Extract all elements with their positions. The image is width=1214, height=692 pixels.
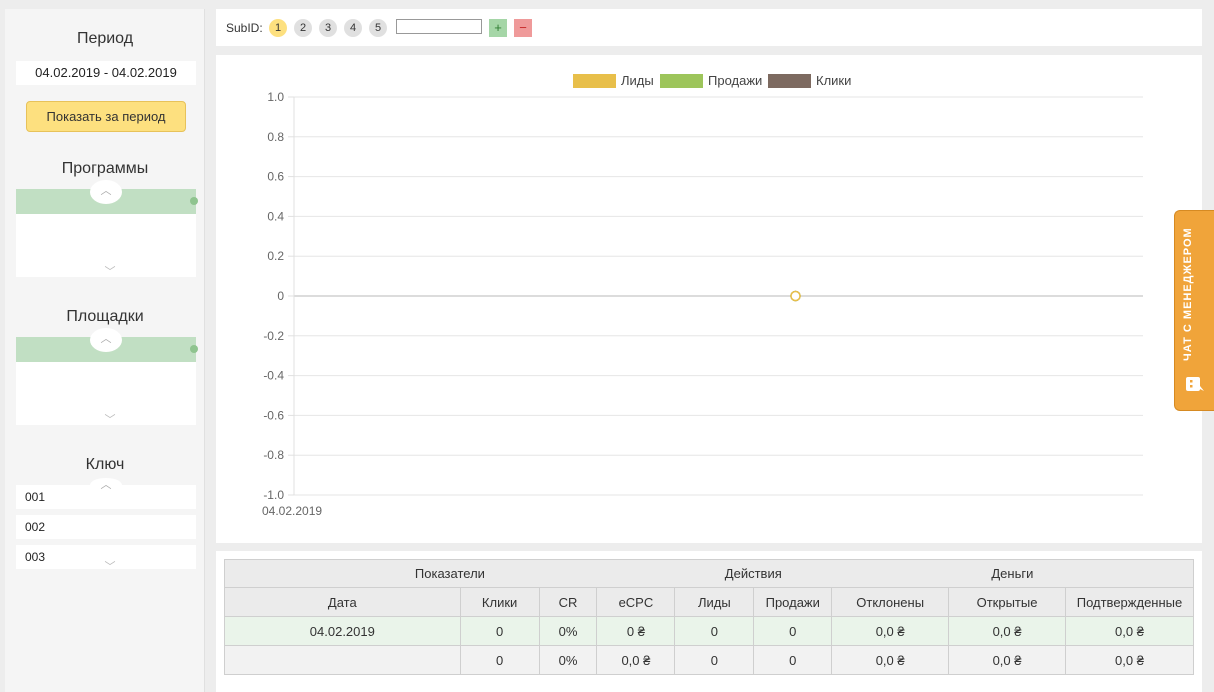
show-period-button[interactable]: Показать за период [26,101,186,132]
subid-bar: SubID: 1 2 3 4 5 + − [216,9,1202,46]
subid-option-1[interactable]: 1 [269,19,287,37]
y-tick-label: -0.2 [263,329,284,343]
y-tick-label: -0.6 [263,408,284,422]
chevron-down-icon[interactable]: ﹀ [100,413,120,427]
chevron-up-icon[interactable]: ︿ [90,328,122,352]
subid-option-3[interactable]: 3 [319,19,337,37]
chat-label: ЧАТ С МЕНЕДЖЕРОМ [1182,227,1194,361]
sites-title: Площадки [66,308,144,325]
legend-label: Лиды [621,73,654,88]
y-tick-label: -0.8 [263,448,284,462]
table-cell: 0 [753,616,833,646]
subid-label: SubID: [226,21,263,35]
legend-swatch [660,74,703,88]
subid-option-4[interactable]: 4 [344,19,362,37]
subid-option-5[interactable]: 5 [369,19,387,37]
column-header[interactable]: Дата [224,587,461,617]
y-tick-label: 0.4 [267,209,284,223]
column-header[interactable]: Клики [459,587,540,617]
table-cell: 04.02.2019 [224,616,461,646]
table-cell: 0,0 ₴ [948,616,1066,646]
programs-title: Программы [61,160,149,177]
chat-with-manager-button[interactable]: ЧАТ С МЕНЕДЖЕРОМ [1174,210,1214,411]
table-cell: 0,0 ₴ [831,616,950,646]
table-cell: 0% [538,616,598,646]
y-tick-label: 1.0 [267,90,284,104]
legend-label: Продажи [708,73,762,88]
chevron-up-icon[interactable]: ︿ [90,180,122,204]
period-date-input[interactable]: 04.02.2019 - 04.02.2019 [16,61,196,85]
table-cell [224,645,461,675]
table-cell: 0,0 ₴ [1064,645,1195,675]
table-row: 0 0% 0,0 ₴ 0 0 0,0 ₴ 0,0 ₴ 0,0 ₴ [224,645,1195,675]
table-cell: 0,0 ₴ [1064,616,1195,646]
column-header[interactable]: eCPC [596,587,676,617]
legend-swatch [573,74,616,88]
column-header[interactable]: Лиды [674,587,755,617]
sidebar: Период 04.02.2019 - 04.02.2019 Показать … [5,9,205,692]
column-header[interactable]: Открытые [948,587,1066,617]
legend-swatch [768,74,811,88]
programs-list[interactable]: ︿ ﹀ [16,180,198,279]
column-header[interactable]: Продажи [753,587,833,617]
y-tick-label: 0.8 [267,130,284,144]
column-header[interactable]: Подтвержденные [1064,587,1195,617]
chevron-up-icon[interactable]: ︿ [90,478,122,492]
selected-dot-icon [190,197,198,205]
line-chart: 1.0 0.8 0.6 0.4 0.2 0 -0.2 -0.4 -0.6 -0.8 -1.0 04.0… [262,73,1143,518]
chat-bubble-icon [1186,377,1204,391]
period-title: Период [76,30,134,47]
remove-subid-button[interactable]: − [514,19,532,37]
chart-panel: 1.0 0.8 0.6 0.4 0.2 0 -0.2 -0.4 -0.6 -0.8 -1.0 04.0… [216,55,1202,543]
x-tick-label: 04.02.2019 [262,504,322,518]
chevron-down-icon[interactable]: ﹀ [100,560,120,574]
y-tick-label: -1.0 [263,488,284,502]
column-header[interactable]: CR [538,587,598,617]
stats-table: Показатели Действия Деньги Дата Клики CR eC… [223,559,1195,675]
group-header-actions: Действия [674,559,832,588]
subid-option-2[interactable]: 2 [294,19,312,37]
table-panel: Показатели Действия Деньги Дата Клики CR eC… [216,551,1202,692]
table-cell: 0 ₴ [596,616,676,646]
y-tick-label: 0 [277,289,284,303]
chevron-down-icon[interactable]: ﹀ [100,265,120,279]
table-cell: 0 [753,645,833,675]
table-cell: 0,0 ₴ [948,645,1066,675]
table-row: 04.02.2019 0 0% 0 ₴ 0 0 0,0 ₴ 0,0 ₴ 0,0 ₴ [224,616,1195,646]
y-tick-label: -0.4 [263,369,284,383]
column-header[interactable]: Отклонены [831,587,950,617]
legend-label: Клики [816,73,851,88]
table-cell: 0,0 ₴ [596,645,676,675]
table-cell: 0% [538,645,598,675]
selected-dot-icon [190,345,198,353]
key-title: Ключ [85,456,125,473]
group-header-indicators: Показатели [223,559,675,588]
subid-input[interactable] [396,19,482,34]
table-cell: 0 [459,645,540,675]
y-tick-label: 0.6 [267,170,284,184]
table-cell: 0 [459,616,540,646]
table-cell: 0 [674,616,755,646]
y-tick-label: 0.2 [267,249,284,263]
sites-list[interactable]: ︿ ﹀ [16,328,198,427]
key-item[interactable]: 002 [16,515,196,539]
group-header-money: Деньги [831,559,1194,588]
table-cell: 0 [674,645,755,675]
table-cell: 0,0 ₴ [831,645,950,675]
add-subid-button[interactable]: + [489,19,507,37]
data-point-0 [790,290,801,302]
